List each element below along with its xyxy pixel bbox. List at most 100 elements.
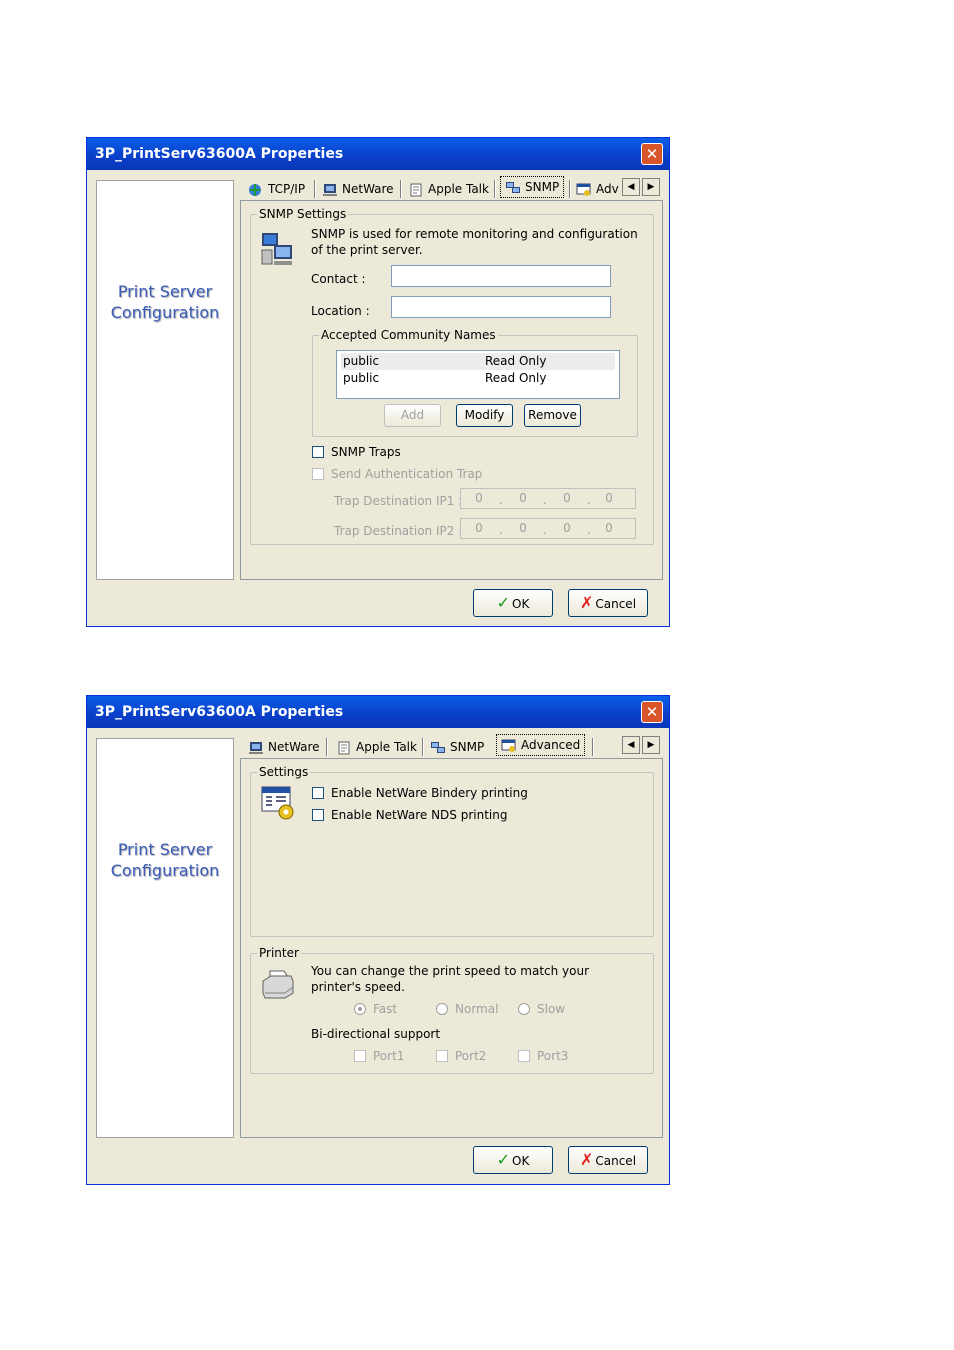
modify-button[interactable]: Modify <box>456 404 513 427</box>
trap-ip2-label: Trap Destination IP2 : <box>334 524 463 538</box>
trap-ip1-field[interactable]: 0. 0. 0. 0 <box>460 488 636 509</box>
tab-scroll-left-button[interactable]: ◀ <box>622 736 640 754</box>
advanced-properties-window: 3P_PrintServ63600A Properties ✕ Print Se… <box>86 695 670 1185</box>
trap-ip2-field[interactable]: 0. 0. 0. 0 <box>460 518 636 539</box>
speed-fast-radio[interactable] <box>354 1003 366 1015</box>
network-computers-icon <box>506 181 520 193</box>
ip-octet: 0 <box>605 491 613 505</box>
tab-scroll-left-button[interactable]: ◀ <box>622 178 640 196</box>
location-input[interactable] <box>391 296 611 318</box>
cancel-button[interactable]: ✗ Cancel <box>568 1146 648 1174</box>
checkmark-icon: ✓ <box>496 1150 511 1169</box>
tab-advanced[interactable]: Adv <box>576 179 619 199</box>
advanced-settings-icon <box>261 786 294 820</box>
ip-octet: 0 <box>563 491 571 505</box>
printer-title: Printer <box>259 946 299 960</box>
ok-button[interactable]: ✓ OK <box>473 1146 553 1174</box>
speed-slow-label: Slow <box>537 1002 566 1016</box>
tab-label: Advanced <box>521 738 581 752</box>
printer-page-icon <box>410 183 422 196</box>
tab-label: SNMP <box>450 740 485 754</box>
ok-button[interactable]: ✓ OK <box>473 589 553 617</box>
ip-octet: 0 <box>475 491 483 505</box>
port1-checkbox[interactable] <box>354 1050 366 1062</box>
port3-checkbox[interactable] <box>518 1050 530 1062</box>
tab-scroll-right-button[interactable]: ▶ <box>642 178 660 196</box>
community-list[interactable]: public Read Only public Read Only <box>336 350 620 399</box>
ip-octet: 0 <box>519 491 527 505</box>
tab-label: NetWare <box>268 740 320 754</box>
window-title: 3P_PrintServ63600A Properties <box>95 704 344 720</box>
add-button[interactable]: Add <box>384 404 441 427</box>
tab-snmp[interactable]: SNMP <box>500 176 565 198</box>
cancel-button[interactable]: ✗ Cancel <box>568 589 648 617</box>
close-button[interactable]: ✕ <box>641 143 663 165</box>
cancel-label: Cancel <box>595 597 637 611</box>
arrow-left-icon: ◀ <box>627 182 635 192</box>
network-computers-icon <box>261 233 292 265</box>
globe-network-icon <box>249 183 261 196</box>
side-label-line2: Configuration <box>110 861 220 880</box>
speed-fast-label: Fast <box>373 1002 398 1016</box>
window-title: 3P_PrintServ63600A Properties <box>95 146 344 162</box>
snmp-traps-checkbox[interactable] <box>312 446 324 458</box>
computer-icon <box>323 183 337 196</box>
list-item[interactable]: public Read Only <box>341 353 615 370</box>
ok-label: OK <box>512 1154 530 1168</box>
tab-scroll-buttons: ◀ ▶ <box>622 736 662 755</box>
tab-label: Apple Talk <box>356 740 417 754</box>
contact-input[interactable] <box>391 265 611 287</box>
bidir-label: Bi-directional support <box>311 1027 441 1041</box>
list-item[interactable]: public Read Only <box>341 370 615 387</box>
port2-checkbox[interactable] <box>436 1050 448 1062</box>
checkmark-icon: ✓ <box>496 593 511 612</box>
snmp-tab-page: SNMP Settings SNMP is used for remote mo… <box>240 200 663 580</box>
printer-description: You can change the print speed to match … <box>311 964 590 994</box>
snmp-description: SNMP is used for remote monitoring and c… <box>311 227 638 257</box>
speed-normal-label: Normal <box>455 1002 499 1016</box>
side-label-line1: Print Server <box>117 282 213 301</box>
side-label-line2: Configuration <box>110 303 220 322</box>
close-icon: ✕ <box>645 703 659 721</box>
printer-icon <box>262 970 294 999</box>
advanced-tab-page: Settings Enable NetWare Bindery printing… <box>240 758 663 1138</box>
settings-title: Settings <box>259 765 309 779</box>
arrow-left-icon: ◀ <box>627 740 635 750</box>
title-bar[interactable]: 3P_PrintServ63600A Properties ✕ <box>87 696 669 728</box>
community-access: Read Only <box>485 371 547 385</box>
tab-snmp[interactable]: SNMP <box>430 737 484 757</box>
side-panel: Print Server Configuration <box>96 738 234 1138</box>
tab-netware[interactable]: NetWare <box>322 179 394 199</box>
auth-trap-checkbox[interactable] <box>312 468 324 480</box>
speed-normal-radio[interactable] <box>436 1003 448 1015</box>
community-names-title: Accepted Community Names <box>321 328 496 342</box>
printer-page-icon <box>338 741 350 754</box>
tab-apple-talk[interactable]: Apple Talk <box>408 179 489 199</box>
ip-octet: 0 <box>475 521 483 535</box>
tab-strip: NetWare Apple Talk SNMP Advanced ◀ ▶ <box>242 733 662 759</box>
speed-slow-radio[interactable] <box>518 1003 530 1015</box>
tab-label: Adv <box>596 182 619 196</box>
x-mark-icon: ✗ <box>579 1150 594 1169</box>
tab-label: Apple Talk <box>428 182 489 196</box>
community-name: public <box>343 354 380 368</box>
nds-checkbox[interactable] <box>312 809 324 821</box>
remove-button[interactable]: Remove <box>524 404 581 427</box>
ok-label: OK <box>512 597 530 611</box>
bindery-checkbox[interactable] <box>312 787 324 799</box>
title-bar[interactable]: 3P_PrintServ63600A Properties ✕ <box>87 138 669 170</box>
tab-label: NetWare <box>342 182 394 196</box>
community-access: Read Only <box>485 354 547 368</box>
tab-apple-talk[interactable]: Apple Talk <box>336 737 417 757</box>
tab-netware[interactable]: NetWare <box>248 737 320 757</box>
ip-octet: 0 <box>563 521 571 535</box>
ip-octet: 0 <box>519 521 527 535</box>
tab-scroll-right-button[interactable]: ▶ <box>642 736 660 754</box>
arrow-right-icon: ▶ <box>647 740 655 750</box>
arrow-right-icon: ▶ <box>647 182 655 192</box>
close-button[interactable]: ✕ <box>641 701 663 723</box>
contact-label: Contact : <box>311 272 366 286</box>
tab-advanced[interactable]: Advanced <box>496 734 586 756</box>
tab-tcpip[interactable]: TCP/IP <box>248 179 305 199</box>
advanced-settings-icon <box>576 183 591 196</box>
